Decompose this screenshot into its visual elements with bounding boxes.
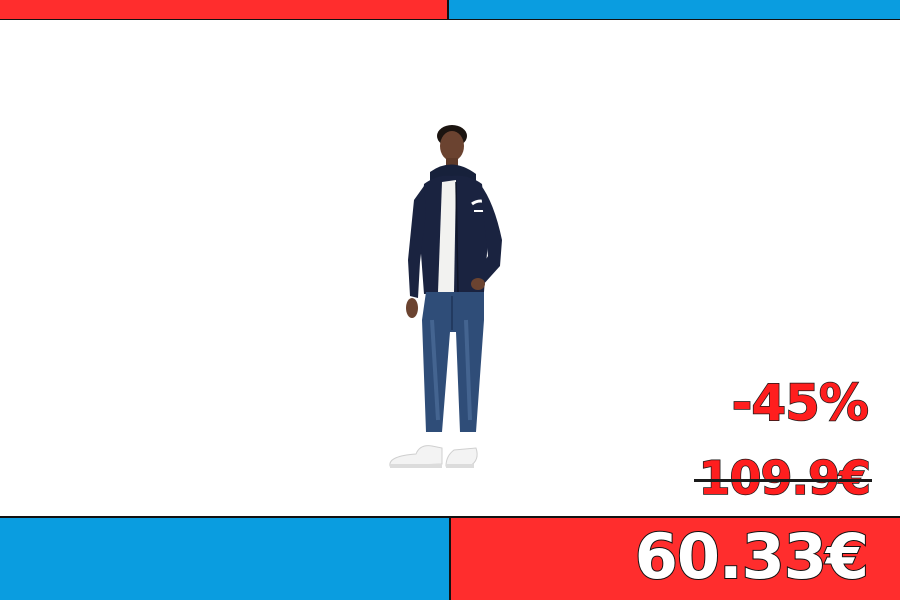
top-color-strip xyxy=(0,0,900,20)
discount-percentage: -45% xyxy=(731,374,870,432)
product-photo xyxy=(389,125,502,468)
sale-price: 60.33€ xyxy=(634,520,870,593)
strikethrough-line xyxy=(694,479,872,482)
top-strip-blue xyxy=(449,0,900,19)
original-price-value: 109.9€ xyxy=(698,451,872,505)
bottom-color-bar: 60.33€ xyxy=(0,516,900,600)
original-price: 109.9€ xyxy=(694,454,872,502)
top-strip-red xyxy=(0,0,449,19)
bottom-bar-red: 60.33€ xyxy=(451,518,900,600)
bottom-bar-blue xyxy=(0,518,451,600)
promo-banner: -45% 109.9€ 60.33€ xyxy=(0,0,900,600)
